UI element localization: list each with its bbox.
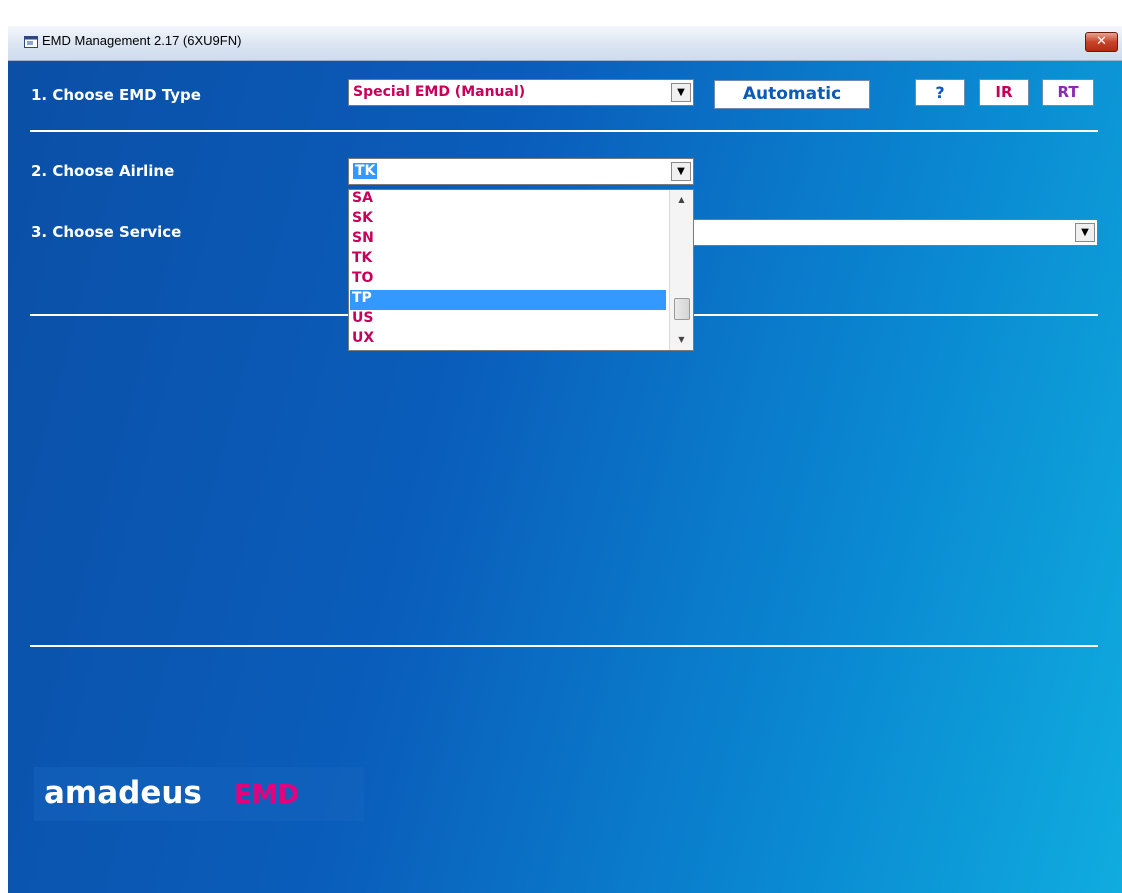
logo-product: EMD [234, 780, 300, 810]
chevron-down-icon[interactable]: ▼ [671, 83, 691, 102]
scroll-thumb[interactable] [674, 298, 690, 320]
divider-1 [30, 130, 1098, 132]
airline-option-highlighted[interactable]: TP [350, 290, 666, 310]
rt-button[interactable]: RT [1042, 79, 1094, 106]
window-title: EMD Management 2.17 (6XU9FN) [42, 33, 242, 48]
choose-service-label: 3. Choose Service [31, 223, 182, 241]
amadeus-emd-logo: amadeus EMD [34, 767, 364, 821]
scroll-up-icon[interactable]: ▲ [670, 192, 693, 208]
scroll-down-icon[interactable]: ▼ [670, 332, 693, 348]
airline-option[interactable]: SK [350, 210, 666, 230]
choose-airline-label: 2. Choose Airline [31, 162, 175, 180]
emd-type-value: Special EMD (Manual) [353, 84, 526, 100]
app-icon [24, 36, 38, 48]
emd-management-window: EMD Management 2.17 (6XU9FN) ✕ 1. Choose… [8, 26, 1122, 893]
ir-button[interactable]: IR [979, 79, 1029, 106]
airline-select[interactable]: TK ▼ [348, 158, 694, 185]
airline-value: TK [353, 163, 378, 179]
airline-option[interactable]: SN [350, 230, 666, 250]
chevron-down-icon[interactable]: ▼ [671, 162, 691, 181]
airline-option[interactable]: US [350, 310, 666, 330]
automatic-button[interactable]: Automatic [714, 80, 870, 109]
close-icon: ✕ [1096, 34, 1107, 49]
airline-option[interactable]: TO [350, 270, 666, 290]
logo-brand: amadeus [44, 775, 202, 811]
main-panel: 1. Choose EMD Type Special EMD (Manual) … [8, 61, 1122, 893]
airline-selected-text: TK [353, 163, 378, 179]
title-bar: EMD Management 2.17 (6XU9FN) ✕ [8, 26, 1122, 61]
airline-dropdown-list[interactable]: SA SK SN TK TO TP US UX ▲ ▼ [348, 189, 694, 351]
close-button[interactable]: ✕ [1085, 32, 1118, 52]
dropdown-scrollbar[interactable]: ▲ ▼ [669, 190, 693, 350]
airline-option[interactable]: UX [350, 330, 666, 350]
help-button[interactable]: ? [915, 79, 965, 106]
divider-3 [30, 645, 1098, 647]
airline-option[interactable]: TK [350, 250, 666, 270]
choose-emd-type-label: 1. Choose EMD Type [31, 86, 201, 104]
airline-option[interactable]: SA [350, 190, 666, 210]
chevron-down-icon[interactable]: ▼ [1075, 223, 1095, 242]
emd-type-select[interactable]: Special EMD (Manual) ▼ [348, 79, 694, 106]
